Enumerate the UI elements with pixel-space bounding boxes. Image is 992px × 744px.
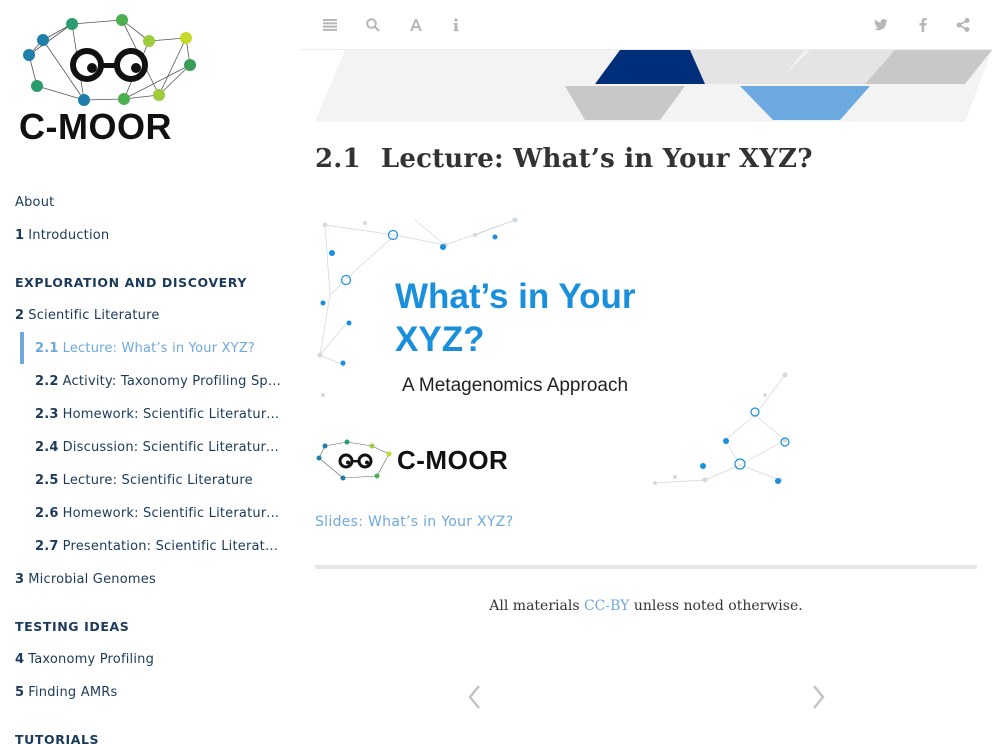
sidebar-item-1-introduction[interactable]: 1 Introduction <box>15 219 285 252</box>
sidebar-item-label: Testing Ideas <box>15 619 130 634</box>
sidebar-section-header-testing-ideas: Testing Ideas <box>15 610 285 643</box>
sidebar-item-label: Exploration and Discovery <box>15 275 247 290</box>
sidebar-item-number: 2.1 <box>35 341 59 356</box>
sidebar-item-label: Taxonomy Profiling <box>28 652 155 667</box>
share-icon[interactable] <box>953 15 973 35</box>
section-number: 2.1 <box>315 144 361 174</box>
slide-subtitle: A Metagenomics Approach <box>402 375 629 396</box>
sidebar-item-label: Homework: Scientific Literature Part 1 <box>62 407 285 422</box>
search-icon[interactable] <box>363 15 383 35</box>
divider <box>315 565 977 569</box>
decorative-banner <box>315 50 992 122</box>
sidebar-item-label: Activity: Taxonomy Profiling Spreadsheet <box>62 374 285 389</box>
page-title: 2.1 Lecture: What’s in Your XYZ? <box>315 144 813 174</box>
font-icon[interactable] <box>406 15 426 35</box>
sidebar-item-label: Microbial Genomes <box>28 572 156 587</box>
sidebar-item-label: Presentation: Scientific Literature Revi… <box>62 539 285 554</box>
sidebar-item-number: 2.5 <box>35 473 59 488</box>
sidebar-item-label: Finding AMRs <box>28 685 118 700</box>
sidebar-item-2-1-lecture-what-s-in-your-xyz[interactable]: 2.1 Lecture: What’s in Your XYZ? <box>35 332 285 365</box>
twitter-icon[interactable] <box>871 15 891 35</box>
slide-title: What’s in Your XYZ? <box>395 277 636 359</box>
sidebar-item-5-finding-amrs[interactable]: 5 Finding AMRs <box>15 676 285 709</box>
sidebar-item-label: Introduction <box>28 228 110 243</box>
sidebar-item-label: Tutorials <box>15 732 100 744</box>
section-title: Lecture: What’s in Your XYZ? <box>380 144 813 174</box>
sidebar-item-2-scientific-literature[interactable]: 2 Scientific Literature <box>15 299 285 332</box>
sidebar-item-number: 2.6 <box>35 506 59 521</box>
sidebar-item-number: 2.2 <box>35 374 59 389</box>
toc-icon[interactable] <box>320 15 340 35</box>
previous-page-icon[interactable] <box>465 682 485 712</box>
sidebar: C-MOOR About 1 Introduction Exploration and… <box>0 0 300 744</box>
sidebar-item-label: Homework: Scientific Literature Assignme… <box>62 506 285 521</box>
sidebar-item-number: 2.4 <box>35 440 59 455</box>
footer-prefix: All materials <box>489 598 580 614</box>
sidebar-item-number: 1 <box>15 228 25 243</box>
sidebar-item-number: 4 <box>15 652 25 667</box>
sidebar-item-number: 5 <box>15 685 25 700</box>
c-moor-logo[interactable]: C-MOOR <box>15 10 205 150</box>
slide-logo-text: C-MOOR <box>397 445 509 475</box>
sidebar-item-label: Scientific Literature <box>28 308 160 323</box>
slides-link[interactable]: Slides: What’s in Your XYZ? <box>315 514 513 530</box>
next-page-icon[interactable] <box>808 682 828 712</box>
sidebar-item-number: 3 <box>15 572 25 587</box>
license-footer: All materials CC-BY unless noted otherwi… <box>300 598 992 614</box>
sidebar-section-header-exploration-and-discovery: Exploration and Discovery <box>15 266 285 299</box>
sidebar-item-2-4-discussion-scientific-literature-part-1[interactable]: 2.4Discussion: Scientific Literature Par… <box>35 431 285 464</box>
sidebar-item-2-5-lecture-scientific-literature[interactable]: 2.5 Lecture: Scientific Literature <box>35 464 285 497</box>
main-content: 2.1 Lecture: What’s in Your XYZ? What’s … <box>300 50 992 744</box>
top-toolbar <box>300 0 992 50</box>
sidebar-item-number: 2.7 <box>35 539 59 554</box>
sidebar-item-2-2-activity-taxonomy-profiling-spreadsheet[interactable]: 2.2Activity: Taxonomy Profiling Spreadsh… <box>35 365 285 398</box>
license-link[interactable]: CC-BY <box>584 598 629 614</box>
sidebar-item-number: 2 <box>15 308 25 323</box>
active-indicator <box>20 332 24 364</box>
sidebar-item-2-7-presentation-scientific-literature-review[interactable]: 2.7Presentation: Scientific Literature R… <box>35 530 285 563</box>
sidebar-item-label: Discussion: Scientific Literature Part 1 <box>62 440 285 455</box>
sidebar-item-about[interactable]: About <box>15 186 285 219</box>
sidebar-item-label: Lecture: Scientific Literature <box>62 473 253 488</box>
sidebar-section-header-tutorials: Tutorials <box>15 723 285 744</box>
sidebar-item-number: 2.3 <box>35 407 59 422</box>
sidebar-item-3-microbial-genomes[interactable]: 3 Microbial Genomes <box>15 563 285 596</box>
slide-image[interactable]: What’s in Your XYZ? A Metagenomics Appro… <box>315 215 795 491</box>
sidebar-item-2-6-homework-scientific-literature-assignment[interactable]: 2.6Homework: Scientific Literature Assig… <box>35 497 285 530</box>
logo-text: C-MOOR <box>19 106 172 147</box>
sidebar-item-label: About <box>15 195 55 210</box>
sidebar-item-label: Lecture: What’s in Your XYZ? <box>62 341 256 356</box>
facebook-icon[interactable] <box>913 15 933 35</box>
sidebar-item-2-3-homework-scientific-literature-part-1[interactable]: 2.3Homework: Scientific Literature Part … <box>35 398 285 431</box>
sidebar-item-4-taxonomy-profiling[interactable]: 4 Taxonomy Profiling <box>15 643 285 676</box>
info-icon[interactable] <box>446 15 466 35</box>
footer-suffix: unless noted otherwise. <box>633 598 803 614</box>
